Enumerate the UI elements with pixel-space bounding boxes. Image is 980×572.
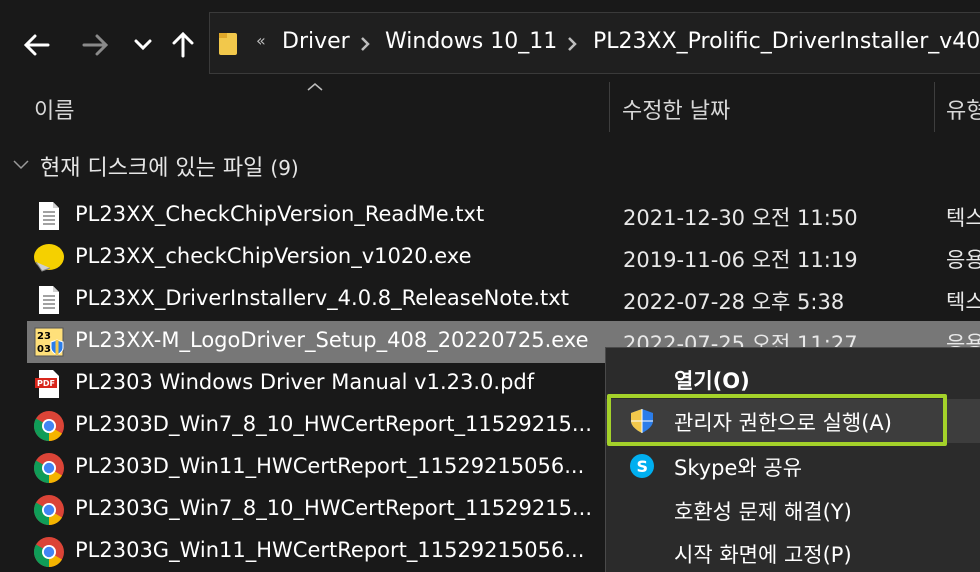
menu-item-label: 시작 화면에 고정(P) xyxy=(674,543,852,567)
file-date: 2019-11-06 오전 11:19 xyxy=(623,248,858,272)
column-header: 이름 수정한 날짜 유형 xyxy=(0,82,980,132)
breadcrumb-overflow[interactable]: « xyxy=(256,31,266,50)
file-name: PL23XX_DriverInstallerv_4.0.8_ReleaseNot… xyxy=(75,286,569,310)
svg-text:PDF: PDF xyxy=(37,379,55,388)
file-name: PL2303G_Win7_8_10_HWCertReport_11529215.… xyxy=(75,496,593,520)
highlight-annotation xyxy=(607,394,947,446)
menu-item-pin-start[interactable]: 시작 화면에 고정(P) xyxy=(606,531,980,572)
file-name: PL2303G_Win11_HWCertReport_11529215056..… xyxy=(75,538,585,562)
file-type: 텍스 xyxy=(946,206,980,230)
file-date: 2022-07-28 오후 5:38 xyxy=(623,290,845,314)
navigation-bar: « Driver Windows 10_11 PL23XX_Prolific_D… xyxy=(0,0,980,82)
menu-item-label: Skype와 공유 xyxy=(674,456,803,480)
file-type: 응용 xyxy=(946,248,980,272)
svg-text:03: 03 xyxy=(37,344,51,355)
breadcrumb-current-folder[interactable]: PL23XX_Prolific_DriverInstaller_v408 xyxy=(593,29,980,54)
column-divider[interactable] xyxy=(934,82,935,132)
chrome-icon xyxy=(33,453,64,483)
file-name: PL23XX_checkChipVersion_v1020.exe xyxy=(75,244,472,268)
yellow-app-icon xyxy=(34,244,64,272)
chevron-down-icon xyxy=(134,39,152,51)
chrome-icon xyxy=(33,495,64,525)
arrow-up-icon xyxy=(172,32,194,58)
file-row[interactable]: PL23XX_CheckChipVersion_ReadMe.txt 2021-… xyxy=(27,195,980,237)
forward-button[interactable] xyxy=(72,22,118,68)
group-header[interactable]: 현재 디스크에 있는 파일 (9) xyxy=(0,145,980,185)
group-count: (9) xyxy=(270,156,299,180)
file-row[interactable]: PL23XX_DriverInstallerv_4.0.8_ReleaseNot… xyxy=(27,279,980,321)
file-name: PL2303D_Win7_8_10_HWCertReport_11529215.… xyxy=(75,412,592,436)
breadcrumb-driver[interactable]: Driver xyxy=(282,29,350,54)
file-name: PL2303 Windows Driver Manual v1.23.0.pdf xyxy=(75,370,535,394)
address-bar[interactable]: « Driver Windows 10_11 PL23XX_Prolific_D… xyxy=(209,12,980,74)
menu-item-label: 호환성 문제 해결(Y) xyxy=(674,500,852,524)
menu-item-skype-share[interactable]: S Skype와 공유 xyxy=(606,444,980,488)
breadcrumb-windows[interactable]: Windows 10_11 xyxy=(385,29,557,54)
up-button[interactable] xyxy=(160,22,206,68)
menu-item-troubleshoot[interactable]: 호환성 문제 해결(Y) xyxy=(606,488,980,532)
column-divider[interactable] xyxy=(609,82,610,132)
file-name: PL23XX-M_LogoDriver_Setup_408_20220725.e… xyxy=(75,328,589,352)
svg-text:23: 23 xyxy=(37,331,51,342)
sort-ascending-icon xyxy=(307,83,323,91)
text-file-icon xyxy=(39,286,59,314)
arrow-left-icon xyxy=(24,34,50,56)
file-type: 텍스 xyxy=(946,290,980,314)
arrow-right-icon xyxy=(82,34,108,56)
file-name: PL23XX_CheckChipVersion_ReadMe.txt xyxy=(75,202,485,226)
file-date: 2021-12-30 오전 11:50 xyxy=(623,206,858,230)
column-name[interactable]: 이름 xyxy=(34,93,74,125)
chevron-down-icon[interactable] xyxy=(12,159,30,171)
skype-icon: S xyxy=(630,454,654,478)
group-label: 현재 디스크에 있는 파일 (9) xyxy=(40,156,299,181)
file-name: PL2303D_Win11_HWCertReport_11529215056..… xyxy=(75,454,585,478)
column-date[interactable]: 수정한 날짜 xyxy=(622,93,730,125)
column-type[interactable]: 유형 xyxy=(946,93,980,125)
text-file-icon xyxy=(39,202,59,230)
installer-icon: 2303 xyxy=(34,327,64,357)
menu-item-label: 열기(O) xyxy=(674,369,750,393)
chevron-right-icon[interactable] xyxy=(565,35,579,53)
context-menu: 열기(O) 관리자 권한으로 실행(A) S Skype와 공유 호환성 문제 … xyxy=(605,347,980,572)
svg-text:S: S xyxy=(637,457,649,476)
chrome-icon xyxy=(33,537,64,567)
file-row[interactable]: PL23XX_checkChipVersion_v1020.exe 2019-1… xyxy=(27,237,980,279)
folder-icon xyxy=(219,33,237,55)
chrome-icon xyxy=(33,411,64,441)
back-button[interactable] xyxy=(14,22,60,68)
pdf-icon: PDF xyxy=(35,370,59,398)
chevron-right-icon[interactable] xyxy=(358,35,372,53)
